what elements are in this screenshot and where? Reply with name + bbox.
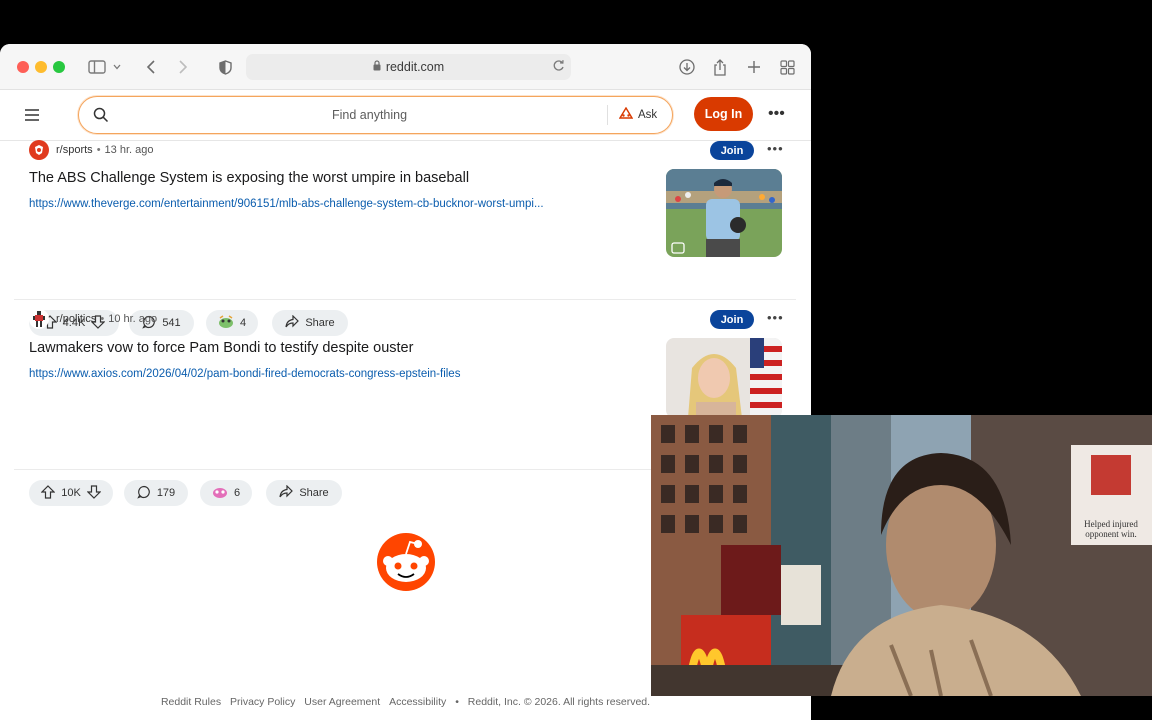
address-bar[interactable]: reddit.com (246, 54, 571, 80)
award-icon (212, 485, 228, 502)
subreddit-name[interactable]: r/politics (56, 313, 96, 325)
post-link[interactable]: https://www.theverge.com/entertainment/9… (29, 198, 661, 210)
browser-toolbar: reddit.com (0, 44, 811, 90)
footer-link-privacy[interactable]: Privacy Policy (230, 696, 295, 708)
post-thumbnail[interactable] (666, 338, 782, 418)
footer-bullet: • (455, 696, 459, 708)
ask-label: Ask (638, 108, 658, 121)
webcam-sign-text-1: Helped injured (1084, 519, 1138, 529)
award-icon (218, 314, 234, 332)
share-arrow-icon (285, 314, 300, 331)
vote-count: 10K (61, 487, 81, 499)
back-icon[interactable] (140, 56, 162, 78)
download-icon[interactable] (676, 56, 698, 78)
award-count: 4 (239, 317, 247, 329)
comments-button[interactable]: 179 (124, 480, 188, 506)
post-more-icon[interactable]: ••• (767, 310, 784, 325)
search-icon (93, 107, 109, 128)
footer-link-user-agreement[interactable]: User Agreement (304, 696, 380, 708)
post-link[interactable]: https://www.axios.com/2026/04/02/pam-bon… (29, 368, 661, 380)
reddit-snoo-loading-icon (376, 528, 436, 599)
subreddit-avatar-icon[interactable] (29, 140, 49, 160)
minimize-window-button[interactable] (35, 61, 47, 73)
webcam-overlay: Helped injured opponent win. (651, 415, 1152, 696)
hamburger-menu-icon[interactable] (22, 105, 44, 127)
post-1-meta: r/sports • 13 hr. ago (29, 140, 153, 160)
comment-count: 179 (156, 487, 176, 499)
footer-link-accessibility[interactable]: Accessibility (389, 696, 446, 708)
share-button[interactable]: Share (266, 480, 342, 506)
post-2-meta: r/politics • 10 hr. ago (29, 309, 157, 329)
downvote-icon[interactable] (86, 484, 102, 502)
post-more-icon[interactable]: ••• (767, 141, 784, 156)
meta-dot: • (96, 144, 101, 156)
tab-overview-icon[interactable] (776, 56, 798, 78)
login-button[interactable]: Log In (694, 97, 753, 131)
lock-icon (373, 60, 381, 74)
meta-dot: • (100, 313, 105, 325)
comment-icon (137, 485, 151, 502)
share-label: Share (305, 317, 335, 329)
share-arrow-icon (279, 484, 294, 501)
search-placeholder: Find anything (332, 108, 408, 122)
share-icon[interactable] (709, 56, 731, 78)
footer-copyright: Reddit, Inc. © 2026. All rights reserved… (467, 696, 651, 708)
webcam-sign-text-2: opponent win. (1085, 529, 1137, 539)
new-tab-icon[interactable] (743, 56, 765, 78)
award-button[interactable]: 6 (200, 480, 252, 506)
post-separator (14, 299, 796, 300)
comment-count: 541 (162, 317, 181, 329)
shield-icon[interactable] (214, 56, 236, 78)
reddit-header: Find anything Ask Log In ••• (0, 90, 811, 141)
chevron-down-icon[interactable] (110, 56, 124, 78)
forward-icon[interactable] (172, 56, 194, 78)
ask-button[interactable]: Ask (618, 106, 658, 122)
ask-icon (618, 106, 634, 122)
post-age: 10 hr. ago (108, 313, 158, 325)
post-thumbnail[interactable] (666, 169, 782, 257)
join-button[interactable]: Join (710, 141, 754, 160)
footer-link-rules[interactable]: Reddit Rules (161, 696, 221, 708)
zoom-window-button[interactable] (53, 61, 65, 73)
url-text: reddit.com (385, 60, 445, 74)
share-button[interactable]: Share (272, 310, 348, 336)
post-age: 13 hr. ago (104, 144, 154, 156)
reload-icon[interactable] (552, 59, 565, 75)
sidebar-icon[interactable] (86, 56, 108, 78)
search-divider (607, 105, 608, 125)
footer: Reddit Rules Privacy Policy User Agreeme… (0, 696, 811, 708)
join-button[interactable]: Join (710, 310, 754, 329)
award-count: 6 (233, 487, 241, 499)
subreddit-avatar-icon[interactable] (29, 309, 49, 329)
post-title[interactable]: The ABS Challenge System is exposing the… (29, 170, 469, 186)
subreddit-name[interactable]: r/sports (56, 144, 93, 156)
close-window-button[interactable] (17, 61, 29, 73)
more-options-icon[interactable]: ••• (768, 105, 785, 123)
post-title[interactable]: Lawmakers vow to force Pam Bondi to test… (29, 340, 413, 356)
upvote-icon[interactable] (40, 484, 56, 502)
vote-control: 10K (29, 480, 113, 506)
share-label: Share (299, 487, 329, 499)
search-bar[interactable]: Find anything Ask (78, 96, 673, 134)
award-button[interactable]: 4 (206, 310, 258, 336)
